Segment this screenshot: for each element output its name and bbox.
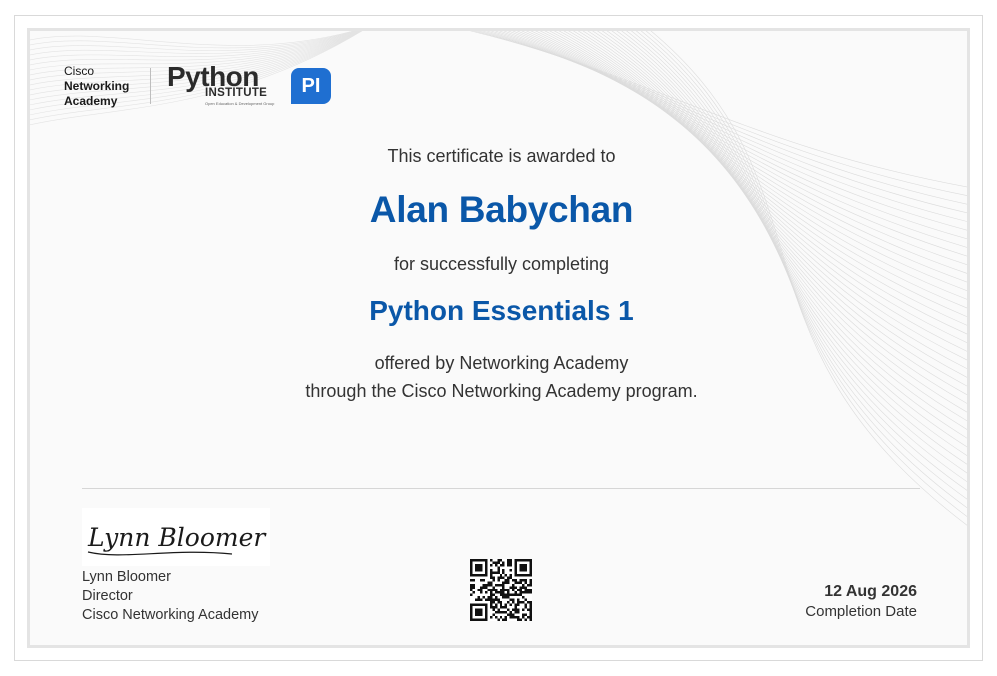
wave-line bbox=[645, 31, 967, 517]
python-institute-logo: Python INSTITUTE Open Education & Develo… bbox=[167, 61, 337, 109]
wave-line bbox=[477, 31, 967, 205]
signatory-name: Lynn Bloomer bbox=[82, 569, 171, 585]
completion-date-block: 12 Aug 2026 Completion Date bbox=[805, 582, 917, 622]
cisco-networking-academy-logo: Cisco Networking Academy bbox=[64, 64, 144, 109]
qr-code-icon[interactable] bbox=[470, 559, 532, 621]
cisco-logo-line: Academy bbox=[64, 94, 118, 108]
python-logo-subtitle: Open Education & Development Group bbox=[205, 101, 275, 106]
cert-id-row: Cert ID: 45fc7324-127c-4bf6-a2bd-de4bba3… bbox=[30, 643, 967, 648]
signatory-title: Director bbox=[82, 588, 133, 604]
wave-line bbox=[469, 31, 967, 188]
wave-line bbox=[30, 31, 355, 49]
cert-id: Cert ID: 45fc7324-127c-4bf6-a2bd-de4bba3… bbox=[394, 647, 610, 648]
footer-divider bbox=[82, 488, 920, 489]
signatory-organization: Cisco Networking Academy bbox=[82, 607, 259, 623]
offered-by-text: offered by Networking Academy through th… bbox=[30, 349, 967, 405]
python-logo-institute: INSTITUTE bbox=[205, 87, 268, 99]
completion-date: 12 Aug 2026 bbox=[824, 583, 917, 600]
signatory-block: Lynn Bloomer Director Cisco Networking A… bbox=[82, 568, 259, 625]
wave-line bbox=[539, 31, 967, 326]
certificate-frame: Cisco Networking Academy Python INSTITUT… bbox=[14, 15, 983, 661]
offered-by-line: offered by Networking Academy bbox=[374, 353, 629, 373]
course-title: Python Essentials 1 bbox=[369, 295, 634, 326]
certificate-body: Cisco Networking Academy Python INSTITUT… bbox=[27, 28, 970, 648]
signature-image: Lynn Bloomer bbox=[82, 508, 270, 566]
cisco-logo-line: Cisco bbox=[64, 64, 95, 78]
wave-line bbox=[650, 31, 967, 526]
python-institute-badge-icon: PI bbox=[291, 68, 331, 104]
wave-line bbox=[30, 31, 358, 61]
wave-line bbox=[640, 31, 967, 509]
wave-line bbox=[473, 31, 967, 196]
completion-date-label: Completion Date bbox=[805, 603, 917, 620]
wave-line bbox=[30, 31, 354, 46]
logo-divider bbox=[150, 68, 151, 104]
signature-script: Lynn Bloomer bbox=[87, 523, 267, 552]
completion-text: for successfully completing bbox=[393, 254, 610, 274]
program-line: through the Cisco Networking Academy pro… bbox=[305, 381, 698, 401]
recipient-name: Alan Babychan bbox=[369, 189, 634, 230]
wave-line bbox=[534, 31, 967, 317]
wave-line bbox=[30, 31, 356, 51]
awarded-to-text: This certificate is awarded to bbox=[387, 146, 616, 166]
signature-flourish bbox=[87, 551, 233, 556]
wave-line bbox=[30, 31, 357, 56]
cisco-logo-line: Networking bbox=[64, 79, 130, 93]
